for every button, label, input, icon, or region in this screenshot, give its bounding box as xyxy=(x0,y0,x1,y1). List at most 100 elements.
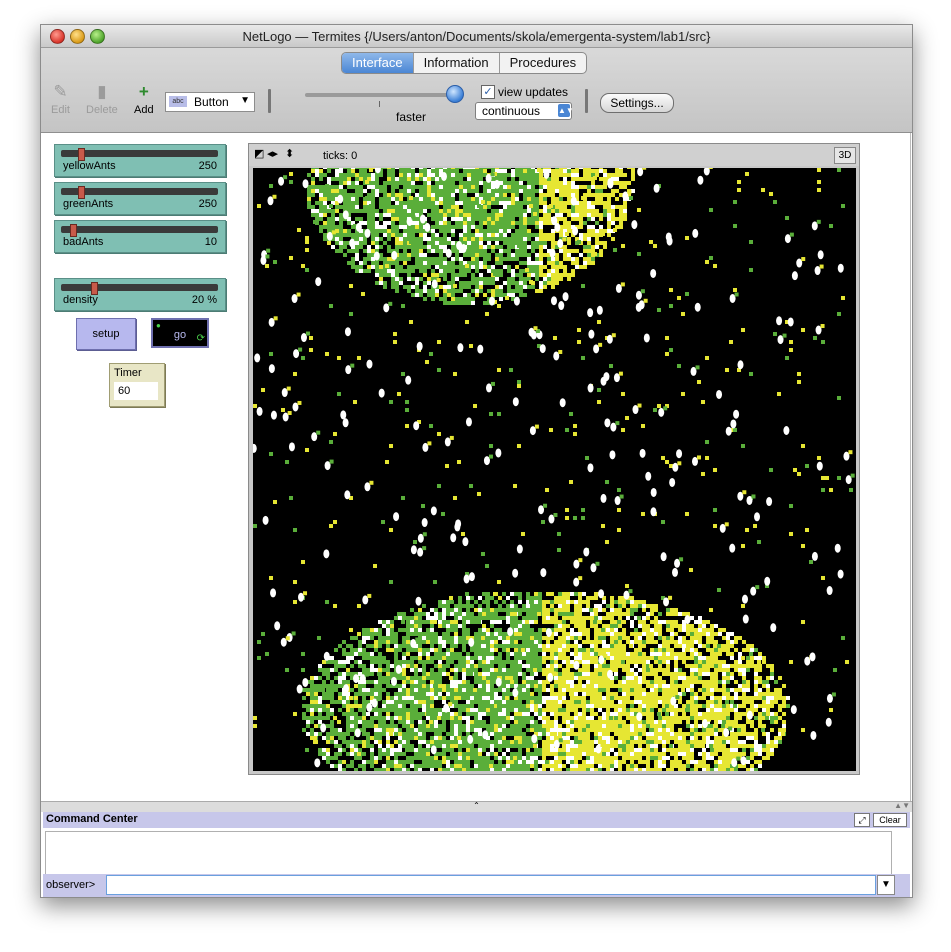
resize-horizontal-icon[interactable]: ◂▸ xyxy=(267,149,278,160)
chip-patch xyxy=(590,652,594,656)
chip-patch xyxy=(526,596,530,600)
chip-patch xyxy=(391,273,395,277)
timer-value-field[interactable]: 60 xyxy=(114,382,158,400)
chip-patch xyxy=(371,241,375,245)
termites-world[interactable] xyxy=(250,57,856,828)
chip-patch xyxy=(419,173,423,177)
chip-patch xyxy=(698,640,702,644)
chip-patch xyxy=(450,608,454,612)
slider-greenants[interactable]: greenAnts 250 xyxy=(54,182,226,215)
chip-patch xyxy=(383,197,387,201)
add-button[interactable]: + Add xyxy=(134,82,154,116)
chip-patch xyxy=(391,225,395,229)
chip-patch xyxy=(670,672,674,676)
chip-patch xyxy=(550,600,554,604)
chip-patch xyxy=(522,672,526,676)
shape-toggle-icon[interactable]: ◩ xyxy=(254,149,264,160)
slider-track[interactable] xyxy=(61,188,218,195)
slider-track[interactable] xyxy=(61,226,218,233)
chip-patch xyxy=(510,644,514,648)
slider-track[interactable] xyxy=(61,150,218,157)
chip-patch xyxy=(430,656,434,660)
chip-patch xyxy=(770,664,774,668)
chip-patch xyxy=(395,285,399,289)
chip-patch xyxy=(395,213,399,217)
chip-patch xyxy=(531,265,535,269)
settings-button[interactable]: Settings... xyxy=(600,93,674,113)
widget-type-dropdown[interactable]: abc Button ▼ xyxy=(165,92,255,112)
chip-patch xyxy=(574,612,578,616)
chip-patch xyxy=(402,612,406,616)
chip-patch xyxy=(323,233,327,237)
chip-patch xyxy=(331,177,335,181)
chip-patch xyxy=(550,656,554,660)
chip-patch xyxy=(478,656,482,660)
chip-patch xyxy=(539,273,543,277)
tab-information[interactable]: Information xyxy=(414,53,500,73)
chip-patch xyxy=(523,245,527,249)
chip-patch xyxy=(339,245,343,249)
chip-patch xyxy=(559,173,563,177)
chip-patch xyxy=(483,221,487,225)
chip-patch xyxy=(710,648,714,652)
view-updates-checkbox[interactable]: ✓ xyxy=(481,85,495,99)
setup-button[interactable]: setup xyxy=(76,318,136,350)
chip-patch xyxy=(463,229,467,233)
slider-badants[interactable]: badAnts 10 xyxy=(54,220,226,253)
chip-patch xyxy=(630,652,634,656)
slider-track[interactable] xyxy=(61,284,218,291)
chip-patch xyxy=(430,616,434,620)
delete-button[interactable]: ▮ Delete xyxy=(86,82,118,116)
slider-yellowants[interactable]: yellowAnts 250 xyxy=(54,144,226,177)
3d-view-button[interactable]: 3D xyxy=(834,147,856,164)
chip-patch xyxy=(347,197,351,201)
chip-patch xyxy=(631,173,635,177)
chip-patch xyxy=(522,632,526,636)
chip-patch xyxy=(507,257,511,261)
chip-patch xyxy=(442,612,446,616)
chip-patch xyxy=(475,181,479,185)
chip-patch xyxy=(618,612,622,616)
chip-patch xyxy=(586,664,590,668)
chip-patch xyxy=(658,664,662,668)
slider-density[interactable]: density 20 % xyxy=(54,278,226,311)
chip-patch xyxy=(562,688,566,692)
chip-patch xyxy=(351,169,355,173)
speed-slider-track[interactable] xyxy=(305,93,455,97)
speed-slider-knob[interactable] xyxy=(446,85,464,103)
chip-patch xyxy=(499,173,503,177)
chip-patch xyxy=(339,229,343,233)
chip-patch xyxy=(423,205,427,209)
chip-patch xyxy=(479,289,483,293)
resize-vertical-icon[interactable]: ⬍ xyxy=(285,149,294,160)
chip-patch xyxy=(403,169,407,173)
chip-patch xyxy=(323,221,327,225)
chip-patch xyxy=(454,676,458,680)
chip-patch xyxy=(367,269,371,273)
chip-patch xyxy=(463,297,467,301)
edit-button[interactable]: ✎ Edit xyxy=(51,82,70,116)
chip-patch xyxy=(466,628,470,632)
chip-patch xyxy=(702,620,706,624)
chip-patch xyxy=(543,201,547,205)
chip-patch xyxy=(622,680,626,684)
chip-patch xyxy=(570,632,574,636)
chip-patch xyxy=(542,600,546,604)
chip-patch xyxy=(546,616,550,620)
chip-patch xyxy=(607,233,611,237)
chip-patch xyxy=(451,225,455,229)
tab-interface[interactable]: Interface xyxy=(342,53,414,73)
chip-patch xyxy=(451,209,455,213)
chip-patch xyxy=(467,237,471,241)
chip-patch xyxy=(451,173,455,177)
chip-patch xyxy=(555,213,559,217)
chip-patch xyxy=(475,233,479,237)
go-button[interactable]: ● go ⟳ xyxy=(151,318,209,348)
update-mode-select[interactable]: continuous ▲▼ xyxy=(475,102,574,120)
chip-patch xyxy=(498,644,502,648)
chip-patch xyxy=(682,612,686,616)
timer-input[interactable]: Timer 60 xyxy=(109,363,165,407)
tab-procedures[interactable]: Procedures xyxy=(500,53,586,73)
chip-patch xyxy=(442,636,446,640)
chip-patch xyxy=(435,173,439,177)
